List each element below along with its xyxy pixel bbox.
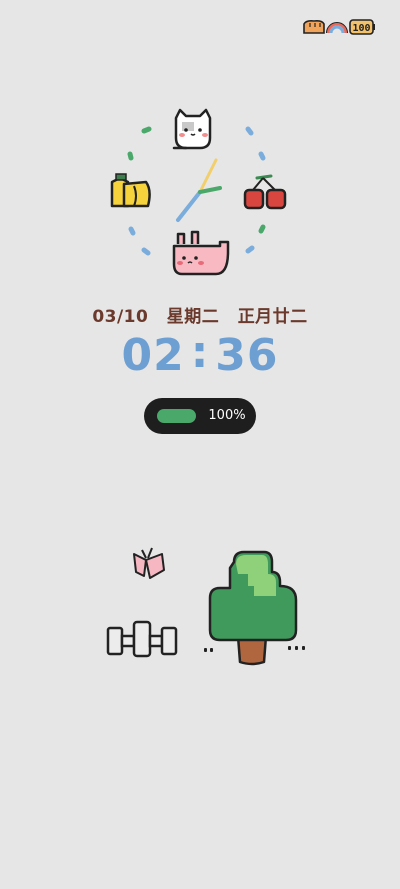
bunny-icon bbox=[172, 230, 230, 276]
tick-mark bbox=[245, 245, 255, 254]
time-separator: : bbox=[190, 327, 210, 378]
cat-icon bbox=[172, 108, 212, 150]
battery-percent-label: 100% bbox=[208, 408, 246, 423]
rainbow-icon bbox=[326, 22, 348, 34]
date-day: 03/10 bbox=[92, 307, 149, 327]
time-minutes: 36 bbox=[215, 330, 279, 381]
butterfly-icon bbox=[133, 547, 165, 579]
banana-icon bbox=[110, 173, 151, 208]
tree-icon bbox=[208, 550, 298, 666]
clock-hands bbox=[176, 158, 222, 222]
tick-mark bbox=[128, 226, 136, 236]
barbell-icon bbox=[106, 620, 178, 658]
date-weekday: 星期二 bbox=[166, 307, 220, 327]
tick-mark bbox=[258, 224, 266, 234]
battery-level-text: 100 bbox=[352, 23, 370, 34]
tick-mark bbox=[245, 126, 254, 136]
hour-hand bbox=[176, 190, 202, 222]
tick-mark bbox=[127, 151, 134, 161]
bread-icon bbox=[303, 20, 325, 34]
battery-icon: 100 bbox=[349, 19, 375, 35]
battery-level-bar bbox=[157, 409, 196, 423]
minute-hand bbox=[198, 158, 218, 194]
date-line: 03/10 星期二 正月廿二 bbox=[0, 302, 400, 327]
bottom-scene bbox=[106, 547, 305, 666]
tick-mark bbox=[141, 247, 151, 256]
tick-mark bbox=[258, 151, 266, 161]
time-hours: 02 bbox=[121, 330, 185, 381]
analog-clock bbox=[110, 108, 287, 276]
date-lunar: 正月廿二 bbox=[237, 307, 308, 327]
digital-time: 02:36 bbox=[0, 327, 400, 381]
battery-widget: 100% bbox=[144, 398, 256, 434]
cherry-icon bbox=[243, 174, 287, 210]
tick-mark bbox=[141, 126, 152, 134]
status-bar-icons: 100 bbox=[303, 19, 375, 35]
